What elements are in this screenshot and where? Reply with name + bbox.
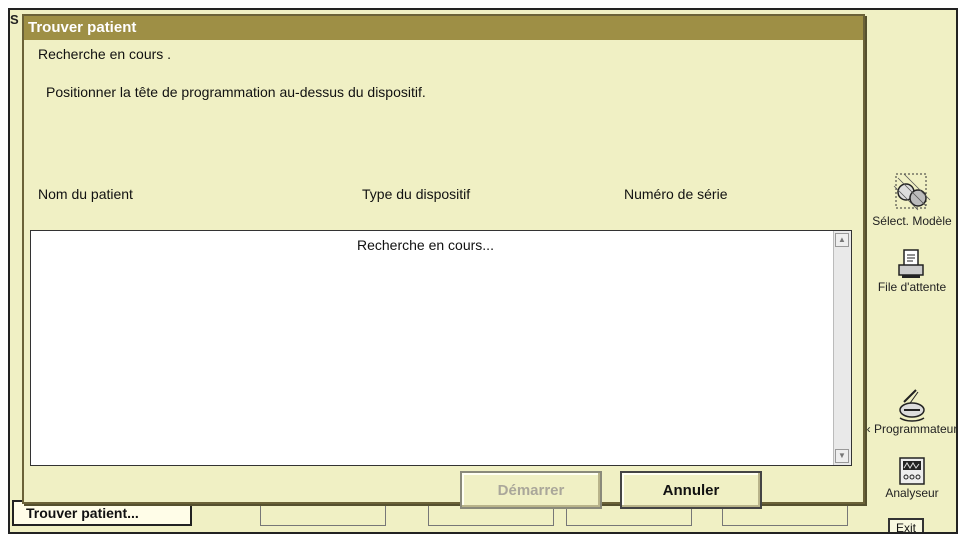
dialog-title: Trouver patient — [24, 16, 863, 40]
patient-list[interactable]: Recherche en cours... ▲ ▼ — [30, 230, 852, 466]
list-scrollbar[interactable]: ▲ ▼ — [833, 231, 851, 465]
exit-button[interactable]: Exit — [888, 518, 924, 532]
column-header-device-type[interactable]: Type du dispositif — [362, 186, 470, 202]
find-patient-dialog: Trouver patient Recherche en cours . Pos… — [22, 14, 865, 509]
column-header-patient-name[interactable]: Nom du patient — [38, 186, 133, 202]
model-select-icon — [893, 173, 931, 211]
printer-icon — [898, 249, 924, 278]
background-window-letter: S — [10, 12, 19, 27]
main-window: S Trouver patient... Trouver patient Rec… — [8, 8, 958, 534]
list-message: Recherche en cours... — [357, 237, 494, 253]
tool-label-queue: File d'attente — [877, 280, 947, 294]
scroll-up-arrow-icon[interactable]: ▲ — [835, 233, 849, 247]
tool-model-select[interactable]: Sélect. Modèle — [862, 170, 956, 228]
analyzer-icon — [899, 457, 925, 485]
tool-programmer[interactable]: ‹ Programmateur — [862, 388, 958, 436]
tool-queue[interactable]: File d'attente — [862, 248, 956, 294]
tool-label-analyzer: Analyseur — [885, 486, 939, 500]
cancel-button[interactable]: Annuler — [620, 471, 762, 509]
tool-label-programmer: ‹ Programmateur — [866, 422, 958, 436]
start-button[interactable]: Démarrer — [460, 471, 602, 509]
scroll-down-arrow-icon[interactable]: ▼ — [835, 449, 849, 463]
search-status: Recherche en cours . — [38, 46, 172, 62]
tool-label-model-select: Sélect. Modèle — [872, 214, 952, 228]
programmer-icon — [899, 389, 925, 422]
instruction-text: Positionner la tête de programmation au-… — [46, 84, 426, 100]
tool-analyzer[interactable]: Analyseur — [862, 456, 956, 500]
column-header-serial-number[interactable]: Numéro de série — [624, 186, 728, 202]
